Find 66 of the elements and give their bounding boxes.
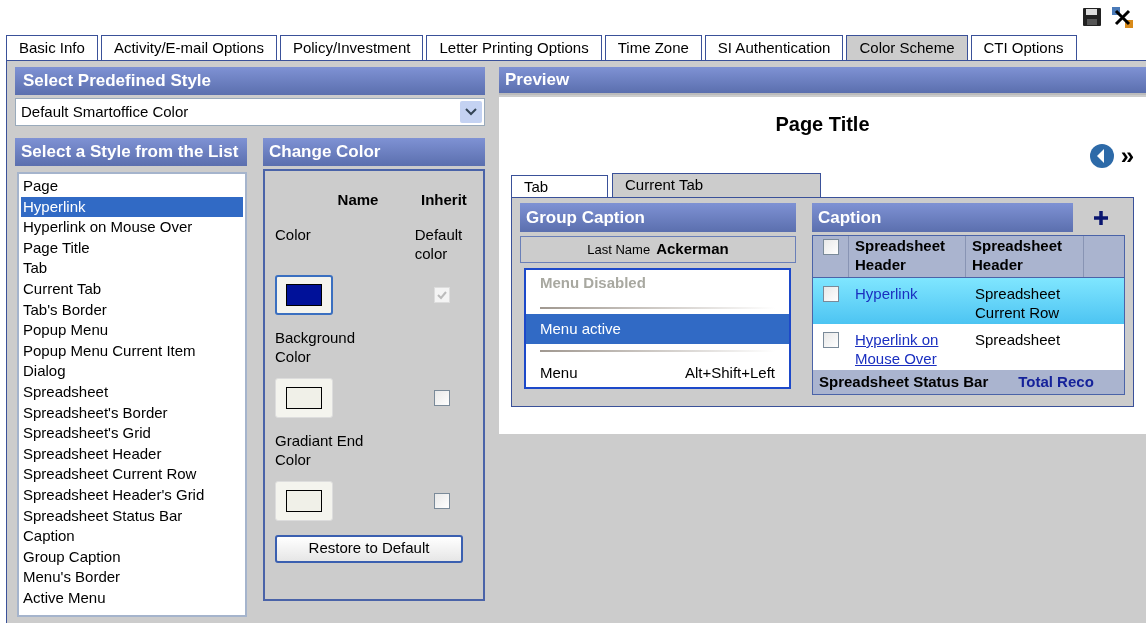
list-item[interactable]: Page Title <box>21 237 243 259</box>
tab[interactable]: Color Scheme <box>846 35 968 60</box>
header-checkbox[interactable] <box>822 239 839 255</box>
table-cell-text: Spreadsheet <box>974 330 1062 350</box>
next-link[interactable]: » <box>1120 144 1134 168</box>
total-records-text: Total Reco <box>1018 371 1094 392</box>
list-item[interactable]: Current Tab <box>21 278 243 300</box>
list-item[interactable]: Spreadsheet's Border <box>21 402 243 424</box>
style-dropdown[interactable]: Default Smartoffice Color <box>15 98 485 126</box>
tab[interactable]: Current Tab <box>612 173 821 197</box>
chevron-down-icon <box>460 101 482 123</box>
tab[interactable]: Basic Info <box>6 35 98 60</box>
inherit-checkbox[interactable] <box>434 492 450 509</box>
list-item[interactable]: Hyperlink on Mouse Over <box>21 217 243 238</box>
spreadsheet-row[interactable]: Hyperlink Spreadsheet Current Row <box>813 278 1124 324</box>
section-header: Select Predefined Style <box>15 67 485 95</box>
row-checkbox[interactable] <box>823 286 839 302</box>
section-header: Change Color <box>263 138 485 166</box>
change-color-panel: Name Inherit Color Default color Background Color Gradiant End Color Restore to Default <box>263 169 485 601</box>
list-item[interactable]: Tab's Border <box>21 299 243 321</box>
column-header: Spreadsheet Header <box>971 236 1064 275</box>
inherit-checkbox[interactable] <box>434 389 450 406</box>
tab[interactable]: Activity/E-mail Options <box>100 35 277 60</box>
list-item[interactable]: Spreadsheet Status Bar <box>21 505 243 527</box>
list-item[interactable]: Group Caption <box>21 546 243 568</box>
group-caption: Group Caption <box>520 203 796 232</box>
delete-icon[interactable] <box>1110 5 1134 29</box>
caption: Caption <box>812 203 1073 232</box>
list-item[interactable]: Hyperlink <box>21 196 243 218</box>
hyperlink[interactable]: Hyperlink on Mouse Over <box>855 330 963 368</box>
shortcut-text: Alt+Shift+Left <box>684 363 775 383</box>
save-icon[interactable] <box>1082 7 1102 27</box>
page-title: Page Title <box>775 112 870 137</box>
list-item[interactable]: Page <box>21 176 243 197</box>
section-header: Preview <box>499 67 1146 95</box>
table-cell-text: Spreadsheet Current Row <box>974 284 1062 323</box>
back-icon[interactable] <box>1088 143 1115 169</box>
list-item[interactable]: Caption <box>21 526 243 547</box>
tab[interactable]: Letter Printing Options <box>426 35 602 60</box>
tab[interactable]: Time Zone <box>604 35 702 60</box>
tab[interactable]: Policy/Investment <box>279 35 424 60</box>
list-item[interactable]: Menu's Border <box>21 567 243 588</box>
row-checkbox[interactable] <box>823 332 839 348</box>
name-field: Last Name Ackerman <box>520 236 796 263</box>
tab[interactable]: CTI Options <box>970 35 1077 60</box>
list-item[interactable]: Spreadsheet Header's Grid <box>21 484 243 506</box>
list-item[interactable]: Spreadsheet Header <box>21 443 243 465</box>
plus-icon[interactable] <box>1093 209 1109 226</box>
list-item[interactable]: Spreadsheet Current Row <box>21 464 243 485</box>
list-item[interactable]: Dialog <box>21 361 243 382</box>
color-swatch-button[interactable] <box>275 274 333 315</box>
list-item[interactable]: Popup Menu <box>21 320 243 341</box>
tab[interactable]: Tab <box>511 175 608 197</box>
list-item[interactable]: Active Menu <box>21 587 243 609</box>
list-item[interactable]: Spreadsheet <box>21 381 243 403</box>
menu-item[interactable]: Menu Alt+Shift+Left <box>526 352 789 387</box>
section-header: Select a Style from the List <box>15 138 247 166</box>
restore-button[interactable]: Restore to Default <box>275 534 463 563</box>
list-item[interactable]: Popup Menu Current Item <box>21 340 243 362</box>
list-item[interactable]: Tab <box>21 258 243 279</box>
column-header: Spreadsheet Header <box>849 236 966 277</box>
menu-item[interactable]: Menu active <box>526 314 789 344</box>
list-item[interactable]: Spreadsheet's Grid <box>21 423 243 444</box>
hyperlink[interactable]: Hyperlink <box>855 284 918 303</box>
tab[interactable]: SI Authentication <box>704 35 844 60</box>
status-bar-text: Spreadsheet Status Bar <box>819 371 989 392</box>
